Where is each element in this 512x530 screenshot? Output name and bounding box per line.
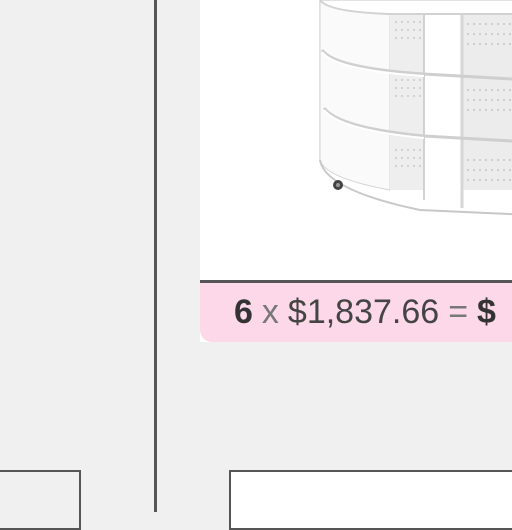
next-product-card[interactable] [229,470,512,530]
panel-divider [154,0,157,512]
left-panel [0,0,155,530]
unit-price: $1,837.66 [287,293,440,331]
multiply-sign: x [261,293,279,331]
left-product-card[interactable] [0,470,81,530]
total-price: $ [477,293,496,331]
quantity-value: 6 [234,293,253,331]
price-calculation-bar: 6 x $1,837.66 = $ [200,280,512,342]
product-image[interactable] [200,0,512,280]
equals-sign: = [448,293,469,331]
curved-bookcase-shelf-unit-icon [319,0,512,216]
